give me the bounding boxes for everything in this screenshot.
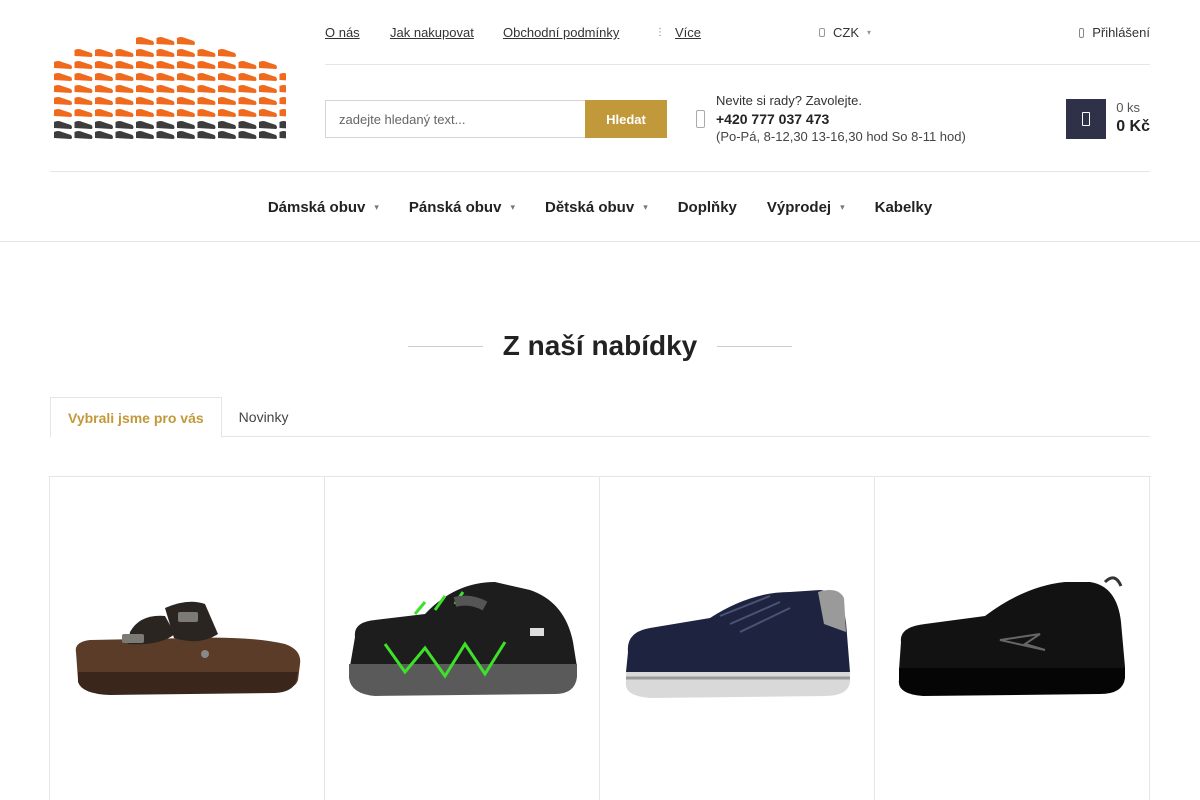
section-heading: Z naší nabídky (0, 330, 1200, 362)
nav-label: Pánská obuv (408, 198, 502, 216)
chevron-down-icon: ▾ (643, 201, 648, 212)
nav-doplnky[interactable]: Doplňky (678, 199, 737, 216)
chevron-down-icon: ▾ (510, 201, 515, 212)
site-logo[interactable] (50, 30, 286, 140)
link-o-nas[interactable]: O nás (325, 25, 360, 40)
heading-divider-right (717, 345, 793, 347)
shoe-mosaic-logo (54, 37, 286, 139)
cart-total: 0 Kč (1116, 118, 1150, 135)
contact-prompt: Nevite si rady? Zavolejte. (716, 93, 862, 108)
cart-count: 0 ks (1116, 100, 1141, 115)
tab-novinky[interactable]: Novinky (222, 397, 306, 437)
product-image-sandal (75, 601, 301, 695)
login-label: Přihlášení (1092, 25, 1150, 40)
product-card[interactable] (325, 477, 600, 800)
product-image-navy-sneaker (625, 590, 850, 698)
product-card[interactable] (50, 477, 325, 800)
contact-block: Nevite si rady? Zavolejte. +420 777 037 … (716, 92, 966, 146)
user-icon (1079, 27, 1085, 38)
more-label: Více (675, 25, 702, 40)
link-jak-nakupovat[interactable]: Jak nakupovat (390, 25, 474, 40)
chevron-down-icon: ▾ (840, 201, 845, 212)
tab-vybrali-jsme[interactable]: Vybrali jsme pro vás (50, 397, 222, 438)
chevron-down-icon: ▾ (374, 201, 379, 212)
link-obchodni-podminky[interactable]: Obchodní podmínky (503, 25, 619, 40)
phone-icon (696, 110, 705, 128)
nav-label: Dětská obuv (544, 198, 635, 216)
section-title: Z naší nabídky (502, 330, 698, 361)
nav-label: Doplňky (677, 198, 737, 216)
dots-icon: ⋮ (655, 27, 665, 38)
contact-phone[interactable]: +420 777 037 473 (716, 110, 966, 128)
shopping-bag-icon (1082, 112, 1090, 126)
nav-label: Dámská obuv (267, 198, 366, 216)
nav-damska-obuv[interactable]: Dámská obuv ▾ (268, 199, 379, 216)
search-input[interactable] (325, 100, 585, 138)
product-tabs: Vybrali jsme pro vás Novinky (50, 397, 1150, 438)
chevron-down-icon: ▾ (867, 28, 872, 37)
nav-detska-obuv[interactable]: Dětská obuv ▾ (545, 199, 648, 216)
product-grid (49, 476, 1151, 800)
currency-label: CZK (833, 25, 859, 40)
heading-divider-left (407, 345, 483, 347)
cart-summary[interactable]: 0 ks 0 Kč (1116, 100, 1150, 138)
search-button[interactable]: Hledat (585, 100, 667, 138)
product-image-kids-sneaker (349, 582, 577, 696)
top-utility-bar: O nás Jak nakupovat Obchodní podmínky ⋮ … (325, 0, 1150, 65)
product-card[interactable] (600, 477, 875, 800)
contact-hours: (Po-Pá, 8-12,30 13-16,30 hod So 8-11 hod… (716, 129, 966, 144)
product-image-black-sneaker (898, 576, 1125, 696)
currency-selector[interactable]: CZK ▾ (819, 25, 871, 40)
nav-label: Výprodej (766, 198, 832, 216)
product-card[interactable] (875, 477, 1150, 800)
nav-divider (0, 241, 1200, 242)
nav-panska-obuv[interactable]: Pánská obuv ▾ (409, 199, 515, 216)
nav-label: Kabelky (874, 198, 933, 216)
more-menu[interactable]: ⋮ Více (655, 25, 701, 40)
coin-icon (819, 28, 825, 37)
nav-vyprodej[interactable]: Výprodej ▾ (767, 199, 845, 216)
login-link[interactable]: Přihlášení (1079, 25, 1150, 40)
cart-button[interactable] (1066, 99, 1106, 139)
search-form: Hledat (325, 100, 667, 138)
main-navigation: Dámská obuv ▾ Pánská obuv ▾ Dětská obuv … (50, 171, 1150, 241)
nav-kabelky[interactable]: Kabelky (875, 199, 933, 216)
